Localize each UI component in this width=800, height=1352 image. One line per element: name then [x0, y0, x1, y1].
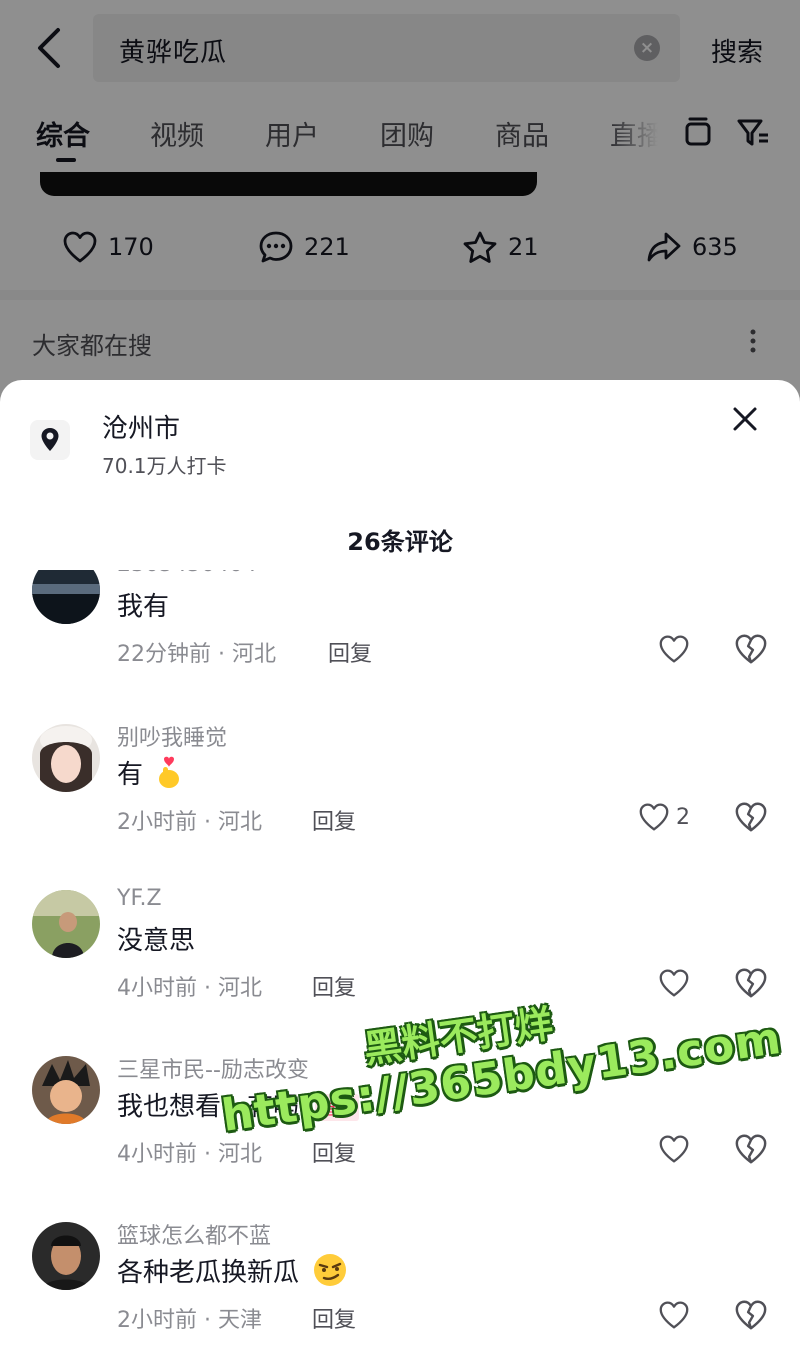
broken-heart-icon — [735, 802, 767, 832]
comment-meta: 2小时前 · 天津 — [117, 1308, 262, 1333]
comment-like-button[interactable] — [658, 966, 690, 1000]
comment-text-row: 各种老瓜换新瓜 — [117, 1252, 349, 1294]
comment-meta: 22分钟前 · 河北 — [117, 642, 276, 667]
avatar[interactable] — [32, 570, 100, 624]
first-comment-badge: 首评 — [315, 1094, 360, 1121]
comment-item: 三星市民--励志改变 我也想看，有吗 首评 4小时前 · 河北 回复 — [0, 1052, 800, 1218]
avatar[interactable] — [32, 724, 100, 792]
avatar[interactable] — [32, 1056, 100, 1124]
avatar[interactable] — [32, 1222, 100, 1290]
comment-text-row: 我也想看，有吗 首评 — [117, 1086, 360, 1123]
comment-dislike-button[interactable] — [734, 1132, 768, 1166]
comment-like-button[interactable] — [658, 1298, 690, 1332]
background-dim-overlay[interactable] — [0, 0, 800, 400]
close-sheet-button[interactable] — [726, 400, 764, 438]
reply-button[interactable]: 回复 — [312, 804, 356, 836]
comment-dislike-button[interactable] — [734, 632, 768, 666]
comment-like-button[interactable] — [658, 1132, 690, 1166]
broken-heart-icon — [735, 1134, 767, 1164]
reply-button[interactable]: 回复 — [312, 1136, 356, 1168]
comment-dislike-button[interactable] — [734, 1298, 768, 1332]
reply-button[interactable]: 回复 — [312, 970, 356, 1002]
comment-meta: 4小时前 · 河北 — [117, 1142, 262, 1167]
comment-item: YF.Z 没意思 4小时前 · 河北 回复 — [0, 886, 800, 1052]
comment-username[interactable]: YF.Z — [117, 886, 162, 911]
heart-icon — [659, 635, 689, 663]
comment-username[interactable]: 别吵我睡觉 — [117, 720, 227, 752]
comment-item: 2305450404 我有 22分钟前 · 河北 回复 — [0, 570, 800, 718]
comment-text: 各种老瓜换新瓜 — [117, 1258, 300, 1288]
avatar[interactable] — [32, 890, 100, 958]
comment-meta: 2小时前 · 河北 — [117, 810, 262, 835]
comment-dislike-button[interactable] — [734, 966, 768, 1000]
comment-like-button[interactable]: 2 — [638, 800, 690, 834]
heart-icon — [659, 969, 689, 997]
comment-item: 篮球怎么都不蓝 各种老瓜换新瓜 2小时前 · 天津 回复 — [0, 1218, 800, 1352]
comment-text: 没意思 — [117, 926, 196, 956]
comment-text-row: 有 — [117, 754, 183, 796]
broken-heart-icon — [735, 1300, 767, 1330]
comment-item: 别吵我睡觉 有 2小时前 · 河北 回复 2 — [0, 720, 800, 886]
heart-icon — [659, 1301, 689, 1329]
heart-icon — [639, 803, 669, 831]
location-name: 沧州市 — [102, 414, 181, 444]
location-pin-icon — [30, 420, 70, 460]
comment-text: 有 — [117, 760, 144, 790]
reply-button[interactable]: 回复 — [328, 636, 372, 668]
location-header[interactable]: 沧州市 70.1万人打卡 — [0, 380, 800, 490]
reply-button[interactable]: 回复 — [312, 1302, 356, 1334]
comment-count-title: 26条评论 — [347, 528, 453, 556]
heart-icon — [659, 1135, 689, 1163]
bixin-hand-emoji — [155, 755, 183, 796]
comment-meta: 4小时前 · 河北 — [117, 976, 262, 1001]
smirk-face-emoji — [311, 1253, 349, 1294]
location-checkins: 70.1万人打卡 — [102, 454, 227, 478]
comment-username[interactable]: 2305450404 — [117, 570, 257, 577]
comment-sheet: 沧州市 70.1万人打卡 26条评论 2305450404 我有 22分钟前 ·… — [0, 380, 800, 1352]
comment-text: 我有 — [117, 592, 170, 622]
comment-username[interactable]: 三星市民--励志改变 — [117, 1052, 309, 1084]
close-icon — [733, 407, 757, 431]
broken-heart-icon — [735, 968, 767, 998]
comment-like-count: 2 — [676, 804, 690, 830]
comment-like-button[interactable] — [658, 632, 690, 666]
comment-dislike-button[interactable] — [734, 800, 768, 834]
comment-username[interactable]: 篮球怎么都不蓝 — [117, 1218, 271, 1250]
comment-list: 2305450404 我有 22分钟前 · 河北 回复 别吵我睡觉 — [0, 570, 800, 1352]
comment-text: 我也想看，有吗 — [117, 1092, 300, 1122]
broken-heart-icon — [735, 634, 767, 664]
